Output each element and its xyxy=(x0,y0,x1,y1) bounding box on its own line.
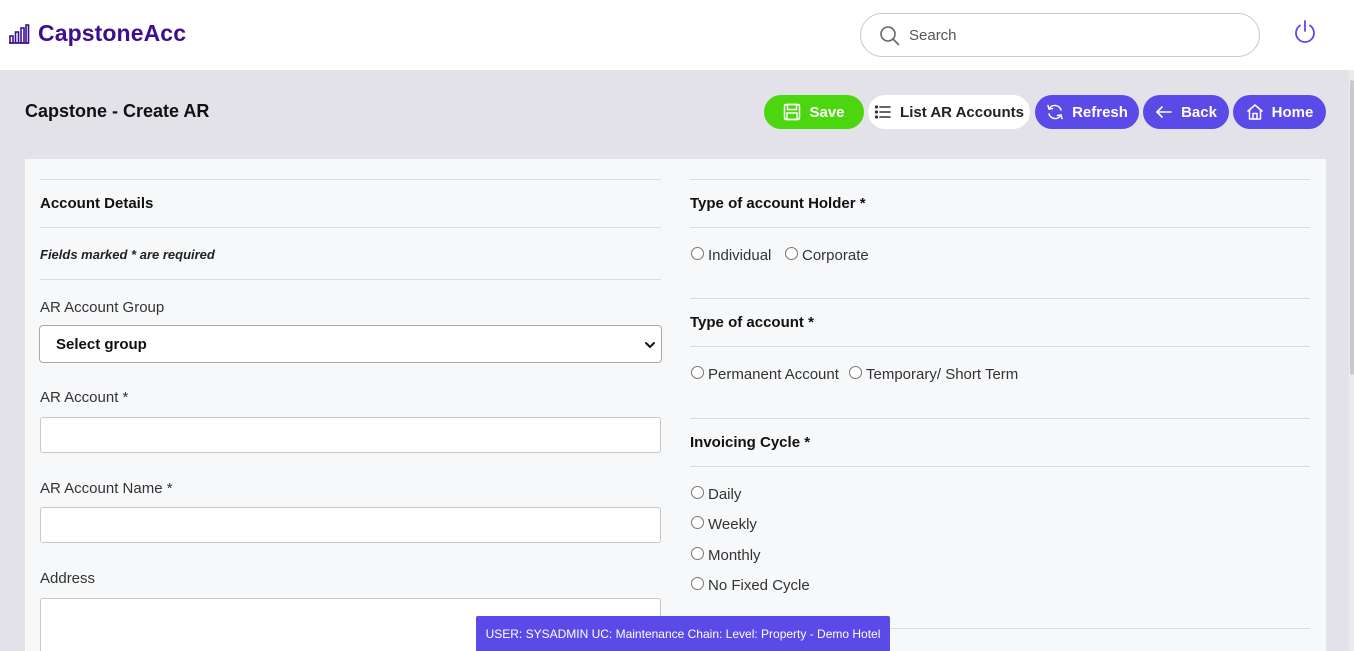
ar-account-label: AR Account * xyxy=(40,389,129,406)
ar-account-name-label: AR Account Name * xyxy=(40,480,173,497)
divider xyxy=(690,466,1310,467)
radio-label: Temporary/ Short Term xyxy=(866,366,1019,383)
page-title: Capstone - Create AR xyxy=(25,101,210,121)
radio-monthly[interactable]: Monthly xyxy=(691,547,761,564)
required-note: Fields marked * are required xyxy=(40,247,215,262)
radio-no-fixed-cycle[interactable]: No Fixed Cycle xyxy=(691,577,810,594)
radio-label: Daily xyxy=(708,486,742,503)
radio-temporary-short-term[interactable]: Temporary/ Short Term xyxy=(849,366,1018,383)
arrow-left-icon xyxy=(1155,106,1172,118)
radio-button[interactable] xyxy=(691,547,704,560)
radio-label: Corporate xyxy=(802,247,869,264)
radio-button[interactable] xyxy=(849,366,862,379)
brand-name: CapstoneAcc xyxy=(38,20,187,46)
divider xyxy=(40,279,661,280)
home-button[interactable]: Home xyxy=(1233,95,1326,129)
back-button[interactable]: Back xyxy=(1143,95,1229,129)
save-icon xyxy=(784,103,801,121)
refresh-button[interactable]: Refresh xyxy=(1035,95,1139,129)
ar-account-group-label: AR Account Group xyxy=(40,299,165,316)
home-icon xyxy=(1246,104,1263,120)
search-box[interactable] xyxy=(860,13,1260,57)
power-icon[interactable] xyxy=(1292,19,1318,45)
list-ar-accounts-button[interactable]: List AR Accounts xyxy=(868,95,1030,129)
divider xyxy=(690,418,1310,419)
radio-weekly[interactable]: Weekly xyxy=(691,516,757,533)
search-icon xyxy=(880,26,900,46)
ar-account-group-select[interactable]: Select group xyxy=(39,325,662,363)
status-bar: USER: SYSADMIN UC: Maintenance Chain: Le… xyxy=(476,616,890,651)
radio-label: Individual xyxy=(708,247,772,264)
refresh-label: Refresh xyxy=(1072,103,1128,121)
top-bar: CapstoneAcc xyxy=(0,0,1354,70)
radio-label: Permanent Account xyxy=(708,366,839,383)
ar-account-group-value: Select group xyxy=(56,336,147,353)
divider xyxy=(40,227,661,228)
scrollbar-thumb[interactable] xyxy=(1350,80,1354,375)
search-input[interactable] xyxy=(909,22,1239,48)
list-ar-accounts-label: List AR Accounts xyxy=(900,103,1024,121)
list-icon xyxy=(874,105,891,119)
account-type-title: Type of account * xyxy=(690,314,814,331)
radio-button[interactable] xyxy=(785,247,798,260)
account-holder-type-title: Type of account Holder * xyxy=(690,195,866,212)
account-details-title: Account Details xyxy=(40,195,154,212)
divider xyxy=(690,346,1310,347)
radio-individual[interactable]: Individual xyxy=(691,247,771,264)
radio-label: Monthly xyxy=(708,547,761,564)
save-button[interactable]: Save xyxy=(764,95,864,129)
radio-permanent-account[interactable]: Permanent Account xyxy=(691,366,839,383)
radio-button[interactable] xyxy=(691,577,704,590)
chevron-down-icon xyxy=(645,342,655,349)
home-label: Home xyxy=(1271,103,1314,121)
address-label: Address xyxy=(40,570,96,587)
radio-corporate[interactable]: Corporate xyxy=(785,247,869,264)
divider xyxy=(690,227,1310,228)
ar-account-name-input[interactable] xyxy=(40,507,661,543)
radio-button[interactable] xyxy=(691,516,704,529)
refresh-icon xyxy=(1047,104,1063,120)
radio-label: Weekly xyxy=(708,516,757,533)
radio-button[interactable] xyxy=(691,486,704,499)
back-label: Back xyxy=(1181,103,1217,121)
brand[interactable]: CapstoneAcc xyxy=(8,20,186,47)
save-label: Save xyxy=(809,103,845,121)
divider xyxy=(690,179,1310,180)
ar-account-input[interactable] xyxy=(40,417,661,453)
radio-button[interactable] xyxy=(691,366,704,379)
radio-daily[interactable]: Daily xyxy=(691,486,741,503)
invoicing-cycle-title: Invoicing Cycle * xyxy=(690,434,811,451)
radio-button[interactable] xyxy=(691,247,704,260)
divider xyxy=(690,298,1310,299)
divider xyxy=(40,179,661,180)
form-card: Account Details Fields marked * are requ… xyxy=(25,159,1326,651)
radio-label: No Fixed Cycle xyxy=(708,577,810,594)
bar-chart-icon xyxy=(9,23,30,44)
